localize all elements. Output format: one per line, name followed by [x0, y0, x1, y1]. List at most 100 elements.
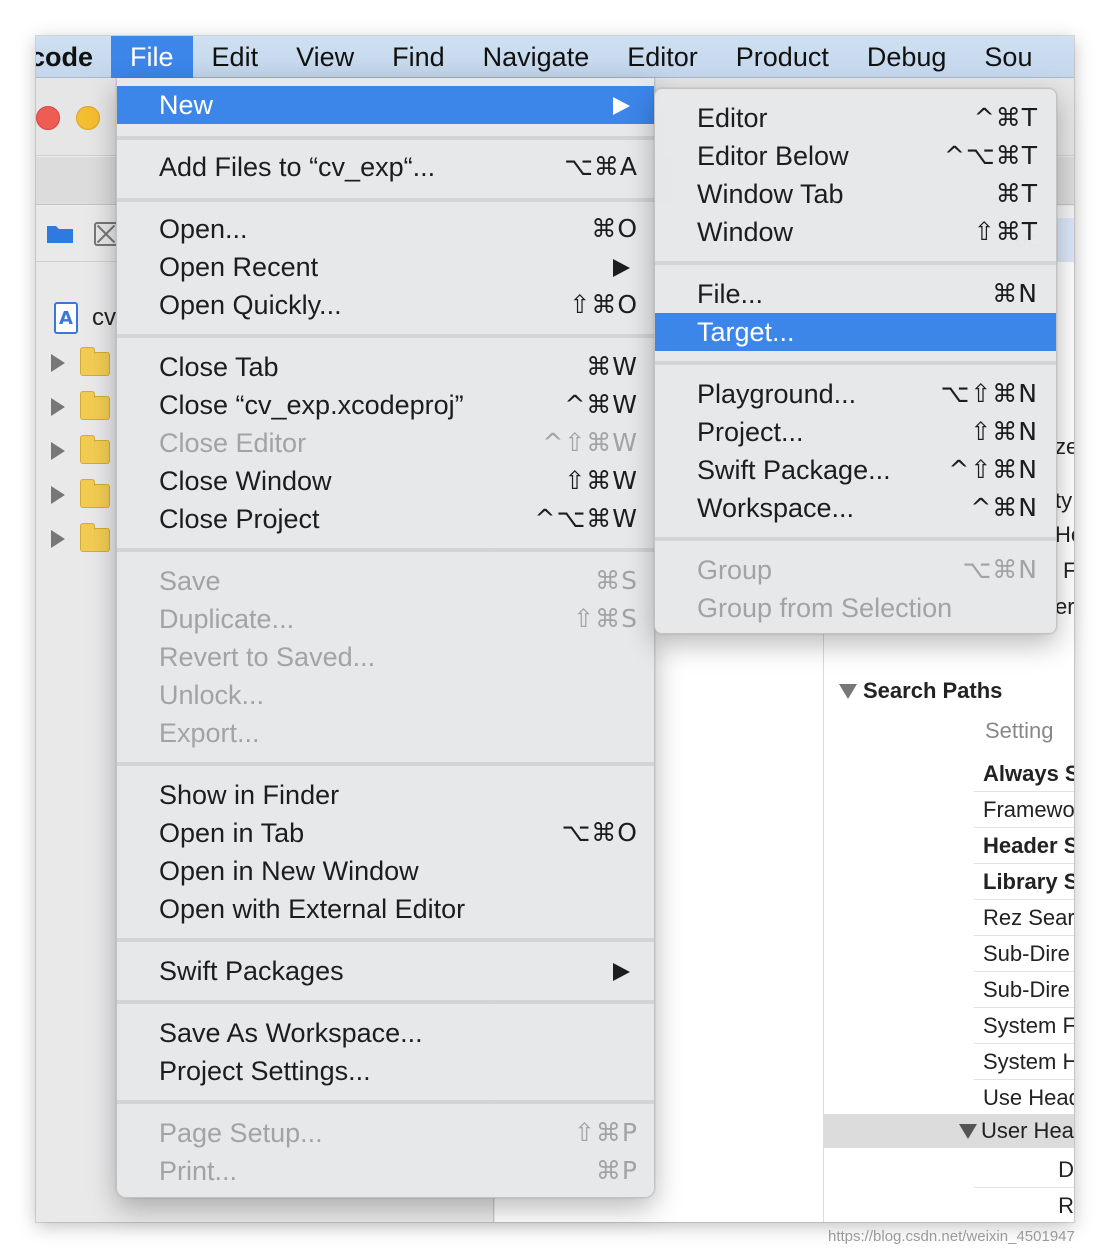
- shortcut: ⌥⇧⌘N: [940, 379, 1038, 408]
- menu-item-close-project[interactable]: Close Project ^⌥⌘W: [117, 500, 654, 538]
- minimize-window-button[interactable]: [76, 106, 100, 130]
- submenu-arrow-icon: [613, 259, 630, 277]
- menu-edit[interactable]: Edit: [193, 36, 278, 78]
- new-submenu: Editor ^⌘T Editor Below ^⌥⌘T Window Tab …: [654, 88, 1057, 634]
- menu-item-new-workspace[interactable]: Workspace... ^⌘N: [655, 489, 1056, 527]
- menu-editor[interactable]: Editor: [608, 36, 717, 78]
- menu-file[interactable]: File: [111, 36, 193, 78]
- shortcut: ^⌘W: [564, 390, 638, 419]
- source-control-icon[interactable]: [94, 222, 118, 246]
- menu-item-save-as-workspace[interactable]: Save As Workspace...: [117, 1014, 654, 1052]
- menu-item-close-tab[interactable]: Close Tab ⌘W: [117, 348, 654, 386]
- menu-item-new-editor-below[interactable]: Editor Below ^⌥⌘T: [655, 137, 1056, 175]
- menu-navigate[interactable]: Navigate: [464, 36, 609, 78]
- submenu-arrow-icon: [613, 963, 630, 981]
- menu-item-open-in-tab[interactable]: Open in Tab ⌥⌘O: [117, 814, 654, 852]
- menu-item-new-window[interactable]: Window ⇧⌘T: [655, 213, 1056, 251]
- menu-item-open[interactable]: Open... ⌘O: [117, 210, 654, 248]
- setting-sub-row[interactable]: D: [974, 1152, 1074, 1188]
- setting-row[interactable]: Always S: [974, 756, 1074, 792]
- project-name: cv: [92, 304, 116, 331]
- folder-icon[interactable]: [46, 222, 74, 244]
- setting-row[interactable]: Rez Sear: [974, 900, 1074, 936]
- file-menu: New Add Files to “cv_exp“... ⌥⌘A Open...…: [116, 78, 655, 1198]
- disclosure-triangle-icon[interactable]: [839, 684, 857, 699]
- shortcut: ⇧⌘T: [973, 217, 1038, 246]
- shortcut: ⌘T: [995, 179, 1038, 208]
- menu-item-swift-packages[interactable]: Swift Packages: [117, 952, 654, 990]
- disclosure-triangle-icon[interactable]: [51, 398, 65, 416]
- setting-row[interactable]: System H: [974, 1044, 1074, 1080]
- shortcut: ⇧⌘W: [564, 466, 638, 495]
- menu-item-close-window[interactable]: Close Window ⇧⌘W: [117, 462, 654, 500]
- shortcut: ^⌘N: [970, 493, 1038, 522]
- setting-row[interactable]: System F: [974, 1008, 1074, 1044]
- menu-item-open-recent[interactable]: Open Recent: [117, 248, 654, 286]
- menu-item-project-settings[interactable]: Project Settings...: [117, 1052, 654, 1090]
- menu-item-show-in-finder[interactable]: Show in Finder: [117, 776, 654, 814]
- shortcut: ^⌘T: [973, 103, 1038, 132]
- section-title: Search Paths: [863, 678, 1003, 703]
- setting-row[interactable]: Sub-Dire: [974, 936, 1074, 972]
- menu-item-new-group: Group ⌥⌘N: [655, 551, 1056, 589]
- menu-find[interactable]: Find: [373, 36, 464, 78]
- shortcut: ⌘P: [595, 1156, 638, 1185]
- menu-item-new-file[interactable]: File... ⌘N: [655, 275, 1056, 313]
- menu-item-new-window-tab[interactable]: Window Tab ⌘T: [655, 175, 1056, 213]
- menu-item-open-new-window[interactable]: Open in New Window: [117, 852, 654, 890]
- disclosure-triangle-icon[interactable]: [959, 1124, 977, 1139]
- menu-item-open-quickly[interactable]: Open Quickly... ⇧⌘O: [117, 286, 654, 324]
- folder-icon: [80, 523, 110, 552]
- shortcut: ^⌥⌘T: [943, 141, 1038, 170]
- clipped-text: ty: [1055, 488, 1073, 513]
- menu-app[interactable]: code: [36, 36, 111, 78]
- menu-item-duplicate: Duplicate... ⇧⌘S: [117, 600, 654, 638]
- menu-source-control[interactable]: Sou: [965, 36, 1051, 78]
- setting-row[interactable]: Framewo: [974, 792, 1074, 828]
- menu-separator: [117, 938, 654, 942]
- menu-item-new[interactable]: New: [117, 86, 654, 124]
- menu-item-save: Save ⌘S: [117, 562, 654, 600]
- shortcut: ⇧⌘O: [569, 290, 638, 319]
- close-window-button[interactable]: [36, 106, 60, 130]
- clipped-text: ze: [1055, 434, 1074, 459]
- clipped-text: He: [1055, 522, 1074, 547]
- menu-item-new-target[interactable]: Target...: [655, 313, 1056, 351]
- menu-separator: [655, 261, 1056, 265]
- setting-sub-row[interactable]: R: [974, 1188, 1074, 1222]
- disclosure-triangle-icon[interactable]: [51, 486, 65, 504]
- setting-row-expanded[interactable]: User Hea: [823, 1114, 1074, 1148]
- menu-bar: code File Edit View Find Navigate Editor…: [36, 36, 1074, 78]
- menu-item-open-external-editor[interactable]: Open with External Editor: [117, 890, 654, 928]
- column-header: Setting: [985, 718, 1054, 743]
- menu-item-page-setup: Page Setup... ⇧⌘P: [117, 1114, 654, 1152]
- menu-item-new-editor[interactable]: Editor ^⌘T: [655, 99, 1056, 137]
- menu-item-unlock: Unlock...: [159, 680, 265, 710]
- shortcut: ^⌥⌘W: [534, 504, 638, 533]
- menu-item-new-playground[interactable]: Playground... ⌥⇧⌘N: [655, 375, 1056, 413]
- menu-separator: [117, 136, 654, 140]
- folder-icon: [80, 347, 110, 376]
- setting-row[interactable]: Library S: [974, 864, 1074, 900]
- folder-icon: [80, 435, 110, 464]
- clipped-text: er: [1055, 594, 1074, 619]
- disclosure-triangle-icon[interactable]: [51, 442, 65, 460]
- menu-item-new-swift-package[interactable]: Swift Package... ^⇧⌘N: [655, 451, 1056, 489]
- setting-row[interactable]: Use Head: [974, 1080, 1074, 1116]
- menu-view[interactable]: View: [277, 36, 373, 78]
- menu-item-close-project-file[interactable]: Close “cv_exp.xcodeproj” ^⌘W: [117, 386, 654, 424]
- disclosure-triangle-icon[interactable]: [51, 530, 65, 548]
- disclosure-triangle-icon[interactable]: [51, 354, 65, 372]
- menu-item-new-project[interactable]: Project... ⇧⌘N: [655, 413, 1056, 451]
- setting-row[interactable]: Header S: [974, 828, 1074, 864]
- setting-row[interactable]: Sub-Dire: [974, 972, 1074, 1008]
- menu-separator: [117, 334, 654, 338]
- shortcut: ⌘N: [992, 279, 1038, 308]
- shortcut: ^⇧⌘N: [948, 455, 1038, 484]
- menu-separator: [655, 361, 1056, 365]
- menu-product[interactable]: Product: [717, 36, 848, 78]
- menu-debug[interactable]: Debug: [848, 36, 966, 78]
- menu-item-revert: Revert to Saved...: [159, 642, 376, 672]
- watermark: https://blog.csdn.net/weixin_4501947: [828, 1228, 1075, 1245]
- menu-item-add-files[interactable]: Add Files to “cv_exp“... ⌥⌘A: [117, 148, 654, 186]
